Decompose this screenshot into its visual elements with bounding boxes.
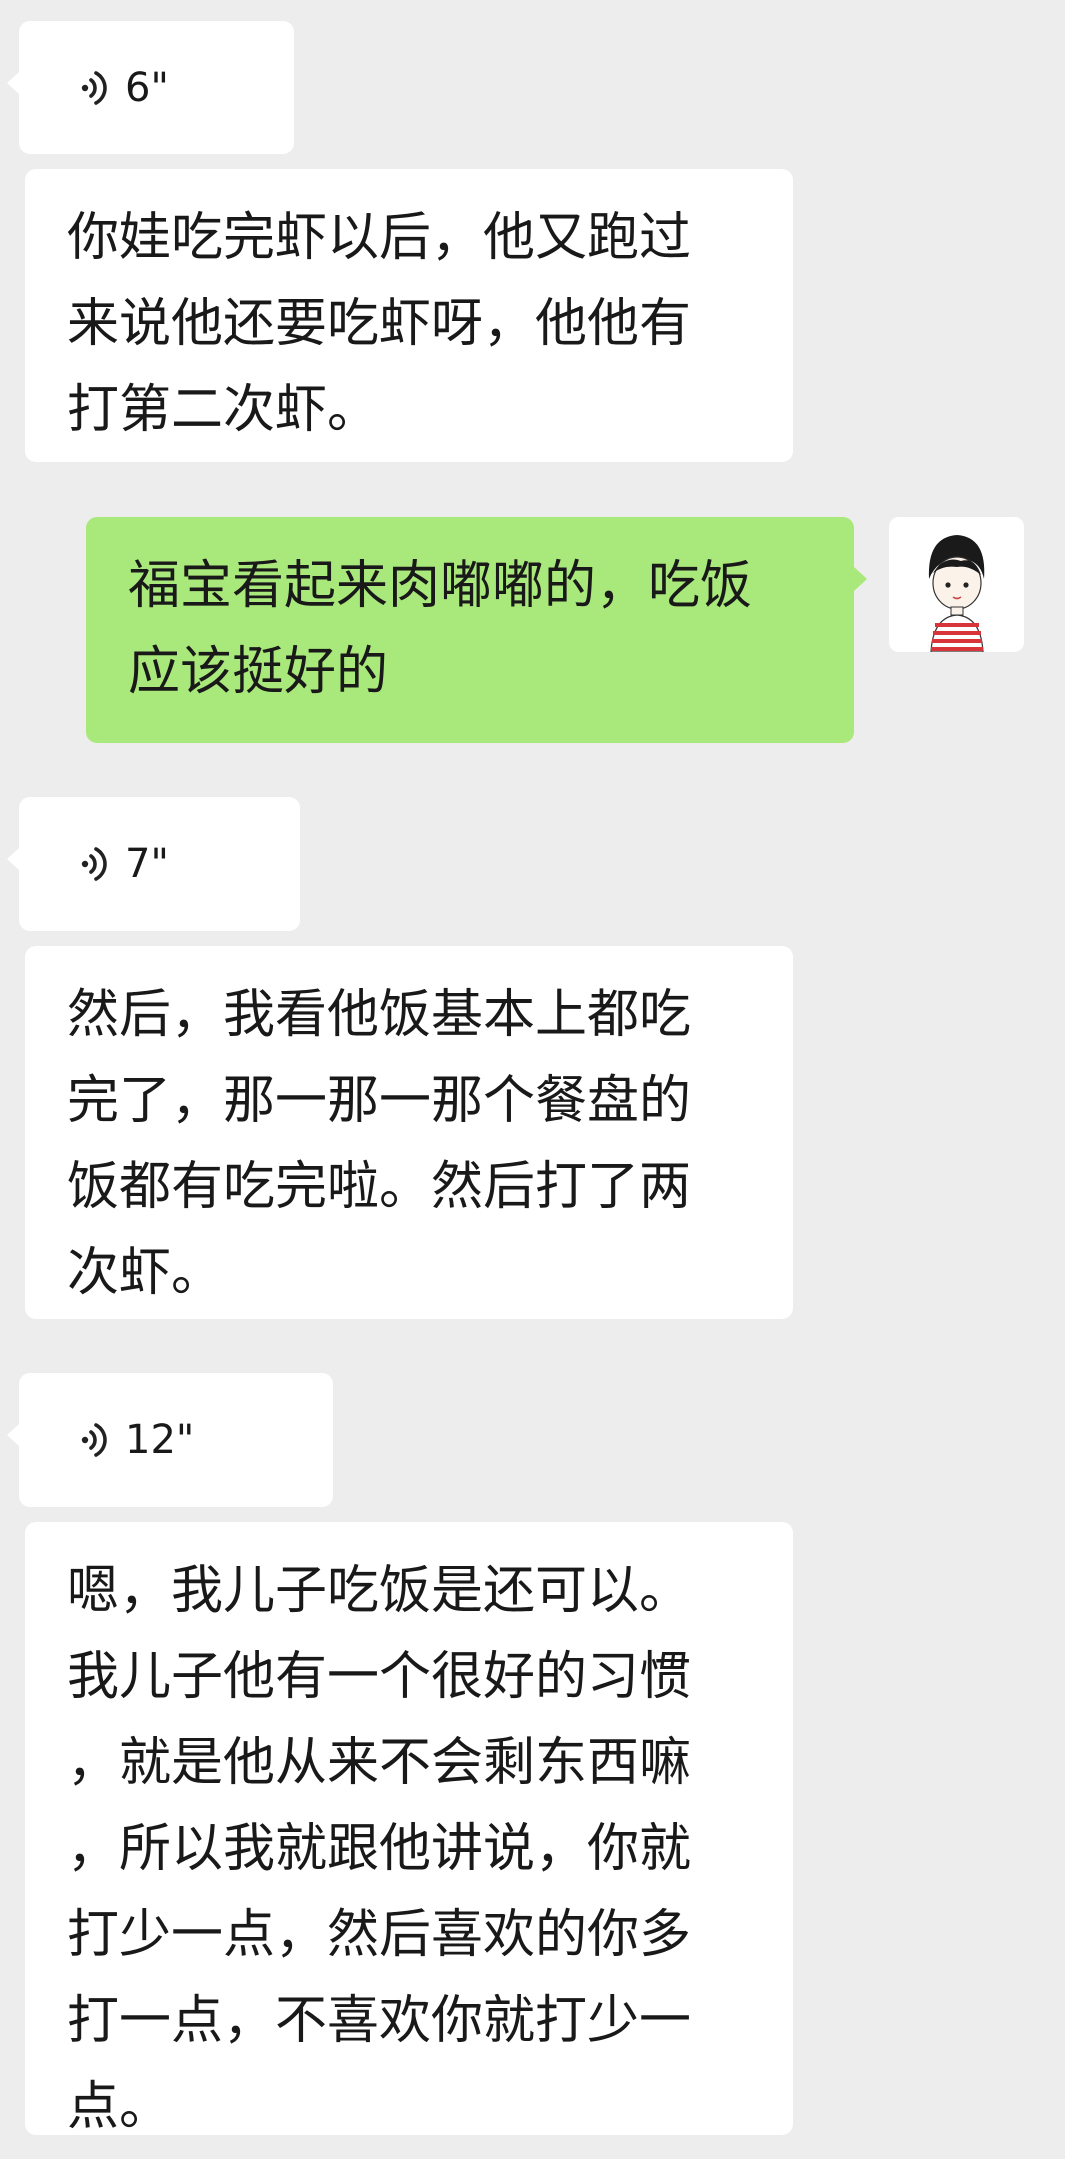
voice-wave-icon xyxy=(81,1423,107,1457)
voice-message-bubble-2[interactable]: 7" xyxy=(7,797,300,931)
voice-wave-icon xyxy=(81,70,107,105)
avatar[interactable] xyxy=(889,517,1024,652)
cartoon-child-avatar-icon xyxy=(889,517,1024,652)
voice-transcript-2: 然后，我看他饭基本上都吃 完了，那一那一那个餐盘的 饭都有吃完啦。然后打了两 次… xyxy=(25,946,793,1319)
voice-message-bubble-3[interactable]: 12" xyxy=(7,1373,333,1507)
transcript-text: 然后，我看他饭基本上都吃 完了，那一那一那个餐盘的 饭都有吃完啦。然后打了两 次… xyxy=(67,985,692,1303)
outgoing-text: 福宝看起来肉嘟嘟的，吃饭 应该挺好的 xyxy=(128,556,753,702)
voice-play-control[interactable]: 7" xyxy=(19,797,300,931)
voice-transcript-1: 你娃吃完虾以后，他又跑过 来说他还要吃虾呀，他他有 打第二次虾。 xyxy=(25,169,793,462)
transcript-text: 你娃吃完虾以后，他又跑过 来说他还要吃虾呀，他他有 打第二次虾。 xyxy=(67,208,692,440)
outgoing-text-bubble[interactable]: 福宝看起来肉嘟嘟的，吃饭 应该挺好的 xyxy=(86,517,867,743)
voice-duration: 12" xyxy=(125,1417,195,1463)
voice-play-control[interactable]: 12" xyxy=(19,1373,333,1507)
voice-transcript-3: 嗯，我儿子吃饭是还可以。 我儿子他有一个很好的习惯 ，就是他从来不会剩东西嘛 ，… xyxy=(25,1522,793,2137)
voice-play-control[interactable]: 6" xyxy=(19,21,294,154)
voice-message-bubble-1[interactable]: 6" xyxy=(7,21,294,154)
voice-duration: 7" xyxy=(125,841,169,887)
voice-duration: 6" xyxy=(125,64,169,111)
transcript-text: 嗯，我儿子吃饭是还可以。 我儿子他有一个很好的习惯 ，就是他从来不会剩东西嘛 ，… xyxy=(67,1561,692,2137)
voice-wave-icon xyxy=(81,847,107,881)
